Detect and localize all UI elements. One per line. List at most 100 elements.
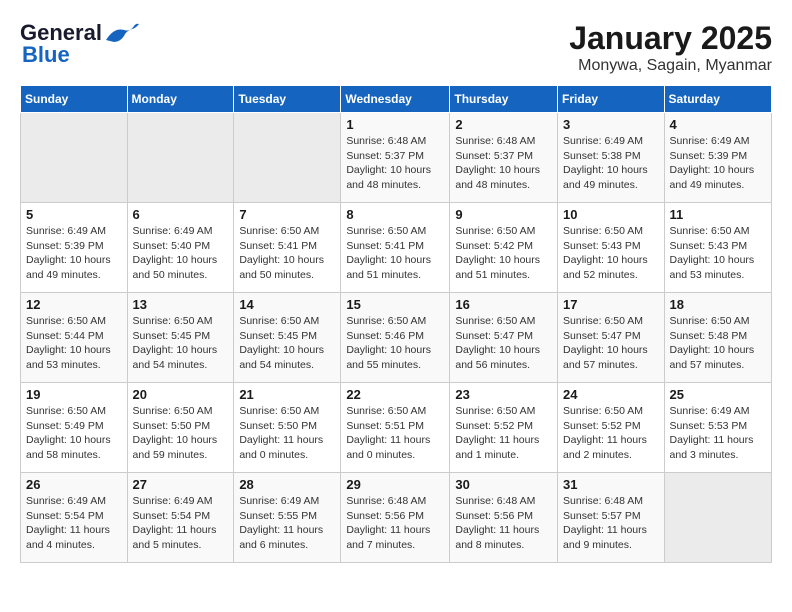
weekday-header-monday: Monday	[127, 86, 234, 113]
day-info: Sunrise: 6:50 AM Sunset: 5:42 PM Dayligh…	[455, 224, 552, 283]
calendar-week-1: 1Sunrise: 6:48 AM Sunset: 5:37 PM Daylig…	[21, 113, 772, 203]
day-info: Sunrise: 6:50 AM Sunset: 5:45 PM Dayligh…	[239, 314, 335, 373]
calendar-cell: 15Sunrise: 6:50 AM Sunset: 5:46 PM Dayli…	[341, 293, 450, 383]
day-number: 20	[133, 387, 229, 402]
day-number: 13	[133, 297, 229, 312]
logo: General Blue	[20, 20, 140, 68]
day-info: Sunrise: 6:50 AM Sunset: 5:51 PM Dayligh…	[346, 404, 444, 463]
day-info: Sunrise: 6:48 AM Sunset: 5:57 PM Dayligh…	[563, 494, 659, 553]
day-number: 10	[563, 207, 659, 222]
calendar-cell: 2 Sunrise: 6:48 AM Sunset: 5:37 PM Daylig…	[450, 113, 558, 203]
day-info: Sunrise: 6:50 AM Sunset: 5:41 PM Dayligh…	[346, 224, 444, 283]
weekday-header-row: SundayMondayTuesdayWednesdayThursdayFrid…	[21, 86, 772, 113]
day-info: Sunrise: 6:50 AM Sunset: 5:47 PM Dayligh…	[455, 314, 552, 373]
day-number: 22	[346, 387, 444, 402]
calendar-cell: 25Sunrise: 6:49 AM Sunset: 5:53 PM Dayli…	[664, 383, 771, 473]
calendar-cell: 9 Sunrise: 6:50 AM Sunset: 5:42 PM Daylig…	[450, 203, 558, 293]
calendar-cell: 29 Sunrise: 6:48 AM Sunset: 5:56 PM Dayli…	[341, 473, 450, 563]
day-number: 21	[239, 387, 335, 402]
day-info: Sunrise: 6:50 AM Sunset: 5:41 PM Dayligh…	[239, 224, 335, 283]
day-info: Sunrise: 6:49 AM Sunset: 5:39 PM Dayligh…	[26, 224, 122, 283]
day-number: 3	[563, 117, 659, 132]
calendar-cell: 20 Sunrise: 6:50 AM Sunset: 5:50 PM Dayli…	[127, 383, 234, 473]
day-info: Sunrise: 6:50 AM Sunset: 5:52 PM Dayligh…	[455, 404, 552, 463]
day-number: 26	[26, 477, 122, 492]
calendar-week-5: 26 Sunrise: 6:49 AM Sunset: 5:54 PM Dayli…	[21, 473, 772, 563]
calendar-cell	[234, 113, 341, 203]
calendar-cell: 26 Sunrise: 6:49 AM Sunset: 5:54 PM Dayli…	[21, 473, 128, 563]
calendar-cell: 12 Sunrise: 6:50 AM Sunset: 5:44 PM Dayli…	[21, 293, 128, 383]
day-number: 11	[670, 207, 766, 222]
day-number: 9	[455, 207, 552, 222]
calendar-cell: 6Sunrise: 6:49 AM Sunset: 5:40 PM Daylig…	[127, 203, 234, 293]
day-info: Sunrise: 6:48 AM Sunset: 5:56 PM Dayligh…	[346, 494, 444, 553]
day-info: Sunrise: 6:49 AM Sunset: 5:53 PM Dayligh…	[670, 404, 766, 463]
day-info: Sunrise: 6:50 AM Sunset: 5:44 PM Dayligh…	[26, 314, 122, 373]
calendar-cell: 30Sunrise: 6:48 AM Sunset: 5:56 PM Dayli…	[450, 473, 558, 563]
calendar-cell: 17Sunrise: 6:50 AM Sunset: 5:47 PM Dayli…	[558, 293, 665, 383]
day-info: Sunrise: 6:49 AM Sunset: 5:55 PM Dayligh…	[239, 494, 335, 553]
day-number: 7	[239, 207, 335, 222]
calendar-table: SundayMondayTuesdayWednesdayThursdayFrid…	[20, 85, 772, 563]
day-info: Sunrise: 6:50 AM Sunset: 5:52 PM Dayligh…	[563, 404, 659, 463]
day-info: Sunrise: 6:50 AM Sunset: 5:49 PM Dayligh…	[26, 404, 122, 463]
day-number: 16	[455, 297, 552, 312]
calendar-cell: 18Sunrise: 6:50 AM Sunset: 5:48 PM Dayli…	[664, 293, 771, 383]
day-number: 12	[26, 297, 122, 312]
day-number: 29	[346, 477, 444, 492]
day-info: Sunrise: 6:49 AM Sunset: 5:39 PM Dayligh…	[670, 134, 766, 193]
calendar-cell: 11Sunrise: 6:50 AM Sunset: 5:43 PM Dayli…	[664, 203, 771, 293]
day-number: 4	[670, 117, 766, 132]
calendar-cell	[664, 473, 771, 563]
calendar-week-3: 12 Sunrise: 6:50 AM Sunset: 5:44 PM Dayli…	[21, 293, 772, 383]
logo-text-blue: Blue	[22, 42, 70, 68]
calendar-cell: 23 Sunrise: 6:50 AM Sunset: 5:52 PM Dayli…	[450, 383, 558, 473]
calendar-cell: 3 Sunrise: 6:49 AM Sunset: 5:38 PM Daylig…	[558, 113, 665, 203]
day-number: 8	[346, 207, 444, 222]
calendar-cell: 1Sunrise: 6:48 AM Sunset: 5:37 PM Daylig…	[341, 113, 450, 203]
calendar-cell: 21 Sunrise: 6:50 AM Sunset: 5:50 PM Dayli…	[234, 383, 341, 473]
weekday-header-tuesday: Tuesday	[234, 86, 341, 113]
calendar-cell: 7 Sunrise: 6:50 AM Sunset: 5:41 PM Daylig…	[234, 203, 341, 293]
day-info: Sunrise: 6:50 AM Sunset: 5:43 PM Dayligh…	[563, 224, 659, 283]
day-info: Sunrise: 6:49 AM Sunset: 5:54 PM Dayligh…	[133, 494, 229, 553]
calendar-cell: 5 Sunrise: 6:49 AM Sunset: 5:39 PM Daylig…	[21, 203, 128, 293]
calendar-cell: 19 Sunrise: 6:50 AM Sunset: 5:49 PM Dayli…	[21, 383, 128, 473]
day-number: 19	[26, 387, 122, 402]
calendar-cell: 22 Sunrise: 6:50 AM Sunset: 5:51 PM Dayli…	[341, 383, 450, 473]
calendar-cell	[127, 113, 234, 203]
day-info: Sunrise: 6:49 AM Sunset: 5:40 PM Dayligh…	[133, 224, 229, 283]
day-info: Sunrise: 6:49 AM Sunset: 5:38 PM Dayligh…	[563, 134, 659, 193]
day-info: Sunrise: 6:48 AM Sunset: 5:56 PM Dayligh…	[455, 494, 552, 553]
calendar-cell: 16 Sunrise: 6:50 AM Sunset: 5:47 PM Dayli…	[450, 293, 558, 383]
day-number: 2	[455, 117, 552, 132]
day-number: 27	[133, 477, 229, 492]
calendar-cell: 4 Sunrise: 6:49 AM Sunset: 5:39 PM Daylig…	[664, 113, 771, 203]
day-number: 28	[239, 477, 335, 492]
weekday-header-sunday: Sunday	[21, 86, 128, 113]
weekday-header-saturday: Saturday	[664, 86, 771, 113]
weekday-header-friday: Friday	[558, 86, 665, 113]
day-info: Sunrise: 6:48 AM Sunset: 5:37 PM Dayligh…	[455, 134, 552, 193]
title-block: January 2025 Monywa, Sagain, Myanmar	[569, 20, 772, 75]
calendar-cell: 24 Sunrise: 6:50 AM Sunset: 5:52 PM Dayli…	[558, 383, 665, 473]
weekday-header-wednesday: Wednesday	[341, 86, 450, 113]
calendar-cell: 27 Sunrise: 6:49 AM Sunset: 5:54 PM Dayli…	[127, 473, 234, 563]
day-number: 17	[563, 297, 659, 312]
calendar-cell: 28 Sunrise: 6:49 AM Sunset: 5:55 PM Dayli…	[234, 473, 341, 563]
day-number: 5	[26, 207, 122, 222]
calendar-cell: 8 Sunrise: 6:50 AM Sunset: 5:41 PM Daylig…	[341, 203, 450, 293]
day-info: Sunrise: 6:50 AM Sunset: 5:50 PM Dayligh…	[239, 404, 335, 463]
calendar-cell: 13 Sunrise: 6:50 AM Sunset: 5:45 PM Dayli…	[127, 293, 234, 383]
day-info: Sunrise: 6:50 AM Sunset: 5:50 PM Dayligh…	[133, 404, 229, 463]
day-number: 24	[563, 387, 659, 402]
day-number: 23	[455, 387, 552, 402]
page-header: General Blue January 2025 Monywa, Sagain…	[20, 20, 772, 75]
calendar-cell: 10 Sunrise: 6:50 AM Sunset: 5:43 PM Dayli…	[558, 203, 665, 293]
day-info: Sunrise: 6:49 AM Sunset: 5:54 PM Dayligh…	[26, 494, 122, 553]
day-info: Sunrise: 6:48 AM Sunset: 5:37 PM Dayligh…	[346, 134, 444, 193]
day-info: Sunrise: 6:50 AM Sunset: 5:45 PM Dayligh…	[133, 314, 229, 373]
calendar-cell: 14Sunrise: 6:50 AM Sunset: 5:45 PM Dayli…	[234, 293, 341, 383]
day-info: Sunrise: 6:50 AM Sunset: 5:48 PM Dayligh…	[670, 314, 766, 373]
calendar-title: January 2025	[569, 20, 772, 57]
